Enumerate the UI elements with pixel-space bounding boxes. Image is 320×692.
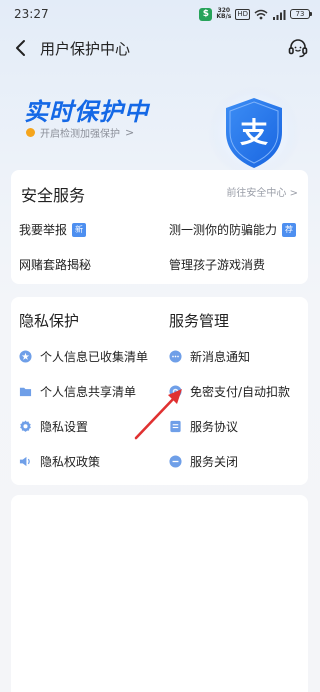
privacy-settings-item[interactable]: 隐私设置	[19, 418, 88, 435]
shared-info-list-item[interactable]: 个人信息共享清单	[19, 383, 136, 400]
speaker-icon	[19, 456, 30, 467]
battery-icon: 73	[290, 9, 312, 19]
new-badge: 新	[72, 222, 87, 237]
enable-protection-link[interactable]: 开启检测加强保护 >	[26, 125, 134, 140]
privacy-title: 隐私保护	[19, 312, 80, 330]
fraud-test-item[interactable]: 测一测你的防骗能力 荐	[169, 221, 297, 238]
back-arrow-icon[interactable]	[12, 38, 32, 58]
gear-icon	[20, 420, 31, 432]
security-shield-icon: $	[199, 7, 213, 21]
enable-protection-label: 开启检测加强保护	[40, 129, 120, 140]
service-management-title: 服务管理	[169, 312, 230, 330]
child-game-spending-item[interactable]: 管理孩子游戏消费	[169, 256, 265, 273]
security-services-title: 安全服务	[21, 186, 86, 205]
status-bar: 23:27 $ 320 KB/s HD 73	[0, 0, 320, 28]
network-speed: 320 KB/s	[216, 7, 232, 20]
bottom-blank-card	[11, 495, 308, 692]
folder-icon	[19, 387, 32, 397]
protection-status-title: 实时保护中	[24, 98, 149, 126]
minus-circle-icon	[169, 455, 182, 468]
new-message-notification-item[interactable]: 新消息通知	[169, 348, 250, 365]
red-annotation-arrow	[134, 389, 182, 440]
signal-icon	[273, 9, 286, 20]
warning-dot-icon	[26, 128, 35, 137]
customer-service-icon[interactable]	[286, 36, 310, 60]
service-close-item[interactable]: 服务关闭	[169, 453, 238, 470]
hd-badge: HD	[235, 8, 250, 20]
alipay-shield-icon: 支	[208, 86, 300, 178]
go-to-security-center-link[interactable]: 前往安全中心 >	[226, 184, 298, 199]
status-icons: $ 320 KB/s HD 73	[199, 7, 312, 21]
collected-info-list-item[interactable]: 个人信息已收集清单	[19, 348, 148, 365]
privacy-policy-item[interactable]: 隐私权政策	[19, 453, 100, 470]
wifi-icon	[254, 9, 268, 19]
nav-bar: 用户保护中心	[0, 32, 320, 64]
security-services-card: 安全服务 前往安全中心 > 我要举报 新 测一测你的防骗能力 荐 网赌套路揭秘 …	[11, 170, 308, 284]
page-title: 用户保护中心	[40, 40, 131, 58]
chevron-right-icon: >	[125, 126, 135, 139]
svg-text:支: 支	[240, 116, 268, 149]
recommend-badge: 荐	[282, 222, 297, 237]
report-item[interactable]: 我要举报 新	[19, 221, 87, 238]
status-time: 23:27	[14, 7, 49, 21]
chat-bubble-icon	[169, 350, 182, 363]
gambling-reveal-item[interactable]: 网赌套路揭秘	[19, 256, 91, 273]
star-circle-icon	[19, 350, 32, 363]
